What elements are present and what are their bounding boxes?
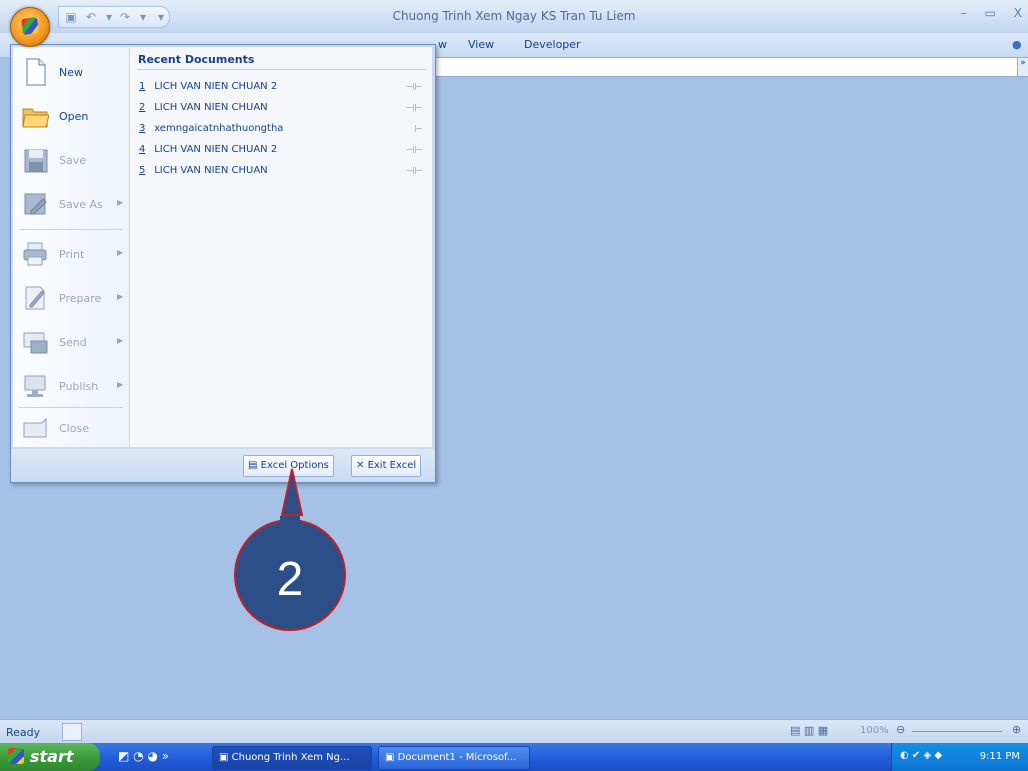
submenu-arrow-icon: ▶ bbox=[117, 336, 124, 345]
new-document-icon bbox=[26, 58, 46, 86]
view-buttons[interactable]: ▤ ▥ ▦ bbox=[790, 724, 828, 737]
formula-expand-icon[interactable]: » bbox=[1017, 57, 1028, 77]
tab-developer[interactable]: Developer bbox=[524, 38, 581, 51]
macro-record-icon[interactable] bbox=[62, 723, 82, 741]
recent-doc-name: LICH VAN NIEN CHUAN 2 bbox=[154, 81, 278, 92]
menu-item-label: New bbox=[59, 66, 83, 79]
recent-documents-panel: Recent Documents 1 LICH VAN NIEN CHUAN 2… bbox=[130, 47, 432, 447]
title-bar: ▣ ↶ ▾ ↷ ▾ ▾ Chuong Trinh Xem Ngay KS Tra… bbox=[0, 0, 1028, 34]
excel-icon: ▣ bbox=[219, 752, 229, 763]
pin-icon[interactable]: ⊣⊢ bbox=[406, 145, 423, 156]
window-title: Chuong Trinh Xem Ngay KS Tran Tu Liem bbox=[392, 9, 636, 23]
menu-item-send[interactable]: Send ▶ bbox=[13, 321, 129, 365]
exit-excel-button[interactable]: ✕ Exit Excel bbox=[351, 455, 422, 477]
menu-item-publish[interactable]: Publish ▶ bbox=[13, 365, 129, 409]
recent-doc-item[interactable]: 3 xemngaicatnhathuongtha ⊢ bbox=[139, 123, 423, 141]
taskbar: start ◩ ◔ ◕ » ▣ Chuong Trinh Xem Ng... ▣… bbox=[0, 743, 1028, 771]
status-bar: Ready ▤ ▥ ▦ 100% ⊖ ⊕ bbox=[0, 719, 1028, 744]
open-folder-icon bbox=[22, 108, 49, 128]
office-menu-footer: ▤ Excel Options ✕ Exit Excel bbox=[11, 449, 435, 482]
menu-item-label: Close bbox=[59, 422, 89, 435]
menu-item-label: Open bbox=[59, 110, 89, 123]
recent-divider bbox=[137, 69, 426, 70]
menu-item-label: Save As bbox=[59, 198, 103, 211]
formula-bar[interactable] bbox=[420, 57, 1019, 77]
restore-button[interactable]: ▭ bbox=[985, 6, 996, 20]
windows-logo-icon bbox=[8, 748, 24, 764]
callout-number: 2 bbox=[277, 553, 304, 606]
printer-icon bbox=[23, 242, 47, 266]
word-icon: ▣ bbox=[385, 752, 395, 763]
menu-item-save[interactable]: Save bbox=[13, 139, 129, 183]
taskbar-item-excel[interactable]: ▣ Chuong Trinh Xem Ng... bbox=[212, 746, 372, 770]
office-button[interactable] bbox=[10, 7, 50, 47]
menu-item-new[interactable]: New bbox=[13, 51, 129, 95]
menu-item-save-as[interactable]: Save As ▶ bbox=[13, 183, 129, 227]
submenu-arrow-icon: ▶ bbox=[117, 380, 124, 389]
office-menu: New Open Save Save As ▶ Print ▶ Prepare … bbox=[10, 44, 436, 483]
publish-icon bbox=[24, 375, 46, 397]
office-menu-commands: New Open Save Save As ▶ Print ▶ Prepare … bbox=[13, 47, 130, 447]
office-logo-icon bbox=[20, 16, 40, 36]
zoom-level[interactable]: 100% bbox=[860, 725, 889, 736]
zoom-in-icon[interactable]: ⊕ bbox=[1012, 723, 1021, 736]
zoom-out-icon[interactable]: ⊖ bbox=[896, 723, 905, 736]
menu-item-print[interactable]: Print ▶ bbox=[13, 233, 129, 277]
menu-item-label: Print bbox=[59, 248, 85, 261]
minimize-button[interactable]: – bbox=[961, 6, 967, 20]
save-as-icon bbox=[24, 193, 47, 215]
submenu-arrow-icon: ▶ bbox=[117, 248, 124, 257]
pin-icon[interactable]: ⊣⊢ bbox=[406, 166, 423, 177]
recent-doc-name: LICH VAN NIEN CHUAN bbox=[154, 165, 268, 176]
pin-icon[interactable]: ⊣⊢ bbox=[406, 82, 423, 93]
tab-view[interactable]: View bbox=[468, 38, 494, 51]
submenu-arrow-icon: ▶ bbox=[117, 198, 124, 207]
close-folder-icon bbox=[23, 417, 47, 438]
recent-doc-item[interactable]: 1 LICH VAN NIEN CHUAN 2 ⊣⊢ bbox=[139, 81, 423, 99]
recent-doc-name: LICH VAN NIEN CHUAN bbox=[154, 102, 268, 113]
callout-pointer bbox=[280, 468, 304, 516]
taskbar-item-word[interactable]: ▣ Document1 - Microsof... bbox=[378, 746, 530, 770]
recent-doc-item[interactable]: 5 LICH VAN NIEN CHUAN ⊣⊢ bbox=[139, 165, 423, 183]
recent-documents-title: Recent Documents bbox=[138, 53, 255, 66]
prepare-icon bbox=[25, 286, 45, 310]
system-tray: ◐ ✔ ◈ ◆ 9:11 PM bbox=[891, 743, 1028, 771]
status-ready: Ready bbox=[6, 726, 41, 739]
submenu-arrow-icon: ▶ bbox=[117, 292, 124, 301]
pin-icon[interactable]: ⊣⊢ bbox=[406, 103, 423, 114]
menu-divider bbox=[19, 229, 123, 230]
recent-doc-name: LICH VAN NIEN CHUAN 2 bbox=[154, 144, 278, 155]
menu-item-prepare[interactable]: Prepare ▶ bbox=[13, 277, 129, 321]
start-button[interactable]: start bbox=[0, 743, 100, 771]
tray-icons[interactable]: ◐ ✔ ◈ ◆ bbox=[900, 750, 942, 761]
window-controls: – ▭ X bbox=[947, 6, 1022, 20]
save-disk-icon bbox=[24, 149, 48, 173]
close-x-icon: ✕ bbox=[356, 460, 368, 471]
tab-review-partial[interactable]: w bbox=[438, 38, 447, 51]
recent-doc-item[interactable]: 4 LICH VAN NIEN CHUAN 2 ⊣⊢ bbox=[139, 144, 423, 162]
clock[interactable]: 9:11 PM bbox=[980, 751, 1020, 762]
menu-item-open[interactable]: Open bbox=[13, 95, 129, 139]
pin-icon[interactable]: ⊢ bbox=[414, 124, 423, 135]
zoom-slider[interactable] bbox=[912, 731, 1002, 732]
recent-doc-name: xemngaicatnhathuongtha bbox=[154, 123, 284, 134]
step-callout: 2 bbox=[234, 468, 346, 631]
quick-launch-icons[interactable]: ◩ ◔ ◕ » bbox=[118, 749, 169, 763]
menu-item-label: Save bbox=[59, 154, 87, 167]
menu-item-label: Send bbox=[59, 336, 87, 349]
menu-item-close[interactable]: Close bbox=[13, 407, 129, 451]
send-icon bbox=[23, 332, 48, 354]
menu-item-label: Prepare bbox=[59, 292, 102, 305]
menu-item-label: Publish bbox=[59, 380, 99, 393]
close-button[interactable]: X bbox=[1014, 6, 1022, 20]
help-icon[interactable]: ● bbox=[1012, 38, 1022, 51]
recent-doc-item[interactable]: 2 LICH VAN NIEN CHUAN ⊣⊢ bbox=[139, 102, 423, 120]
